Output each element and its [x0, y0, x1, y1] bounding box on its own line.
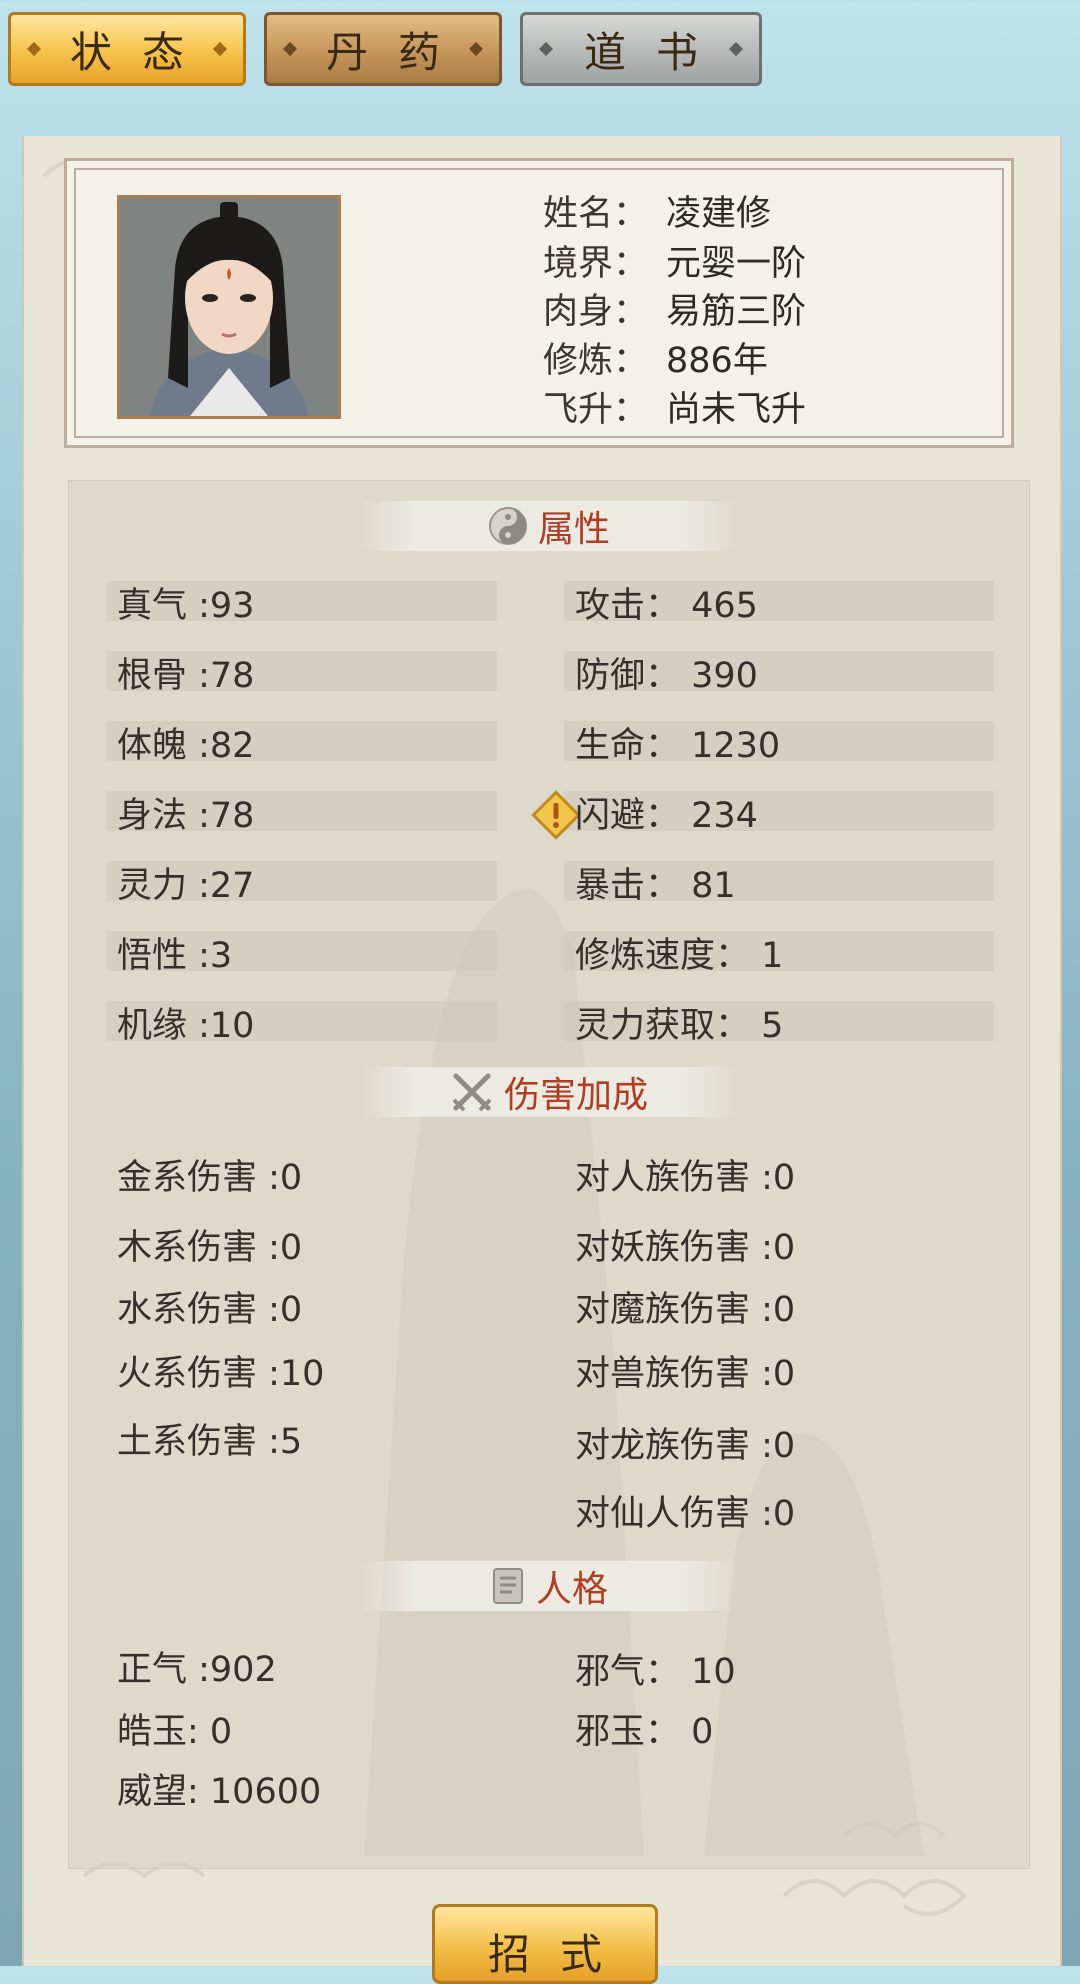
stat-life: 生命： 1230: [575, 726, 781, 766]
tab-ornament: [26, 41, 42, 57]
crossed-swords-icon: [450, 1070, 494, 1114]
stat-devil-damage: 对魔族伤害 :0: [575, 1290, 796, 1330]
section-damage: 伤害加成: [359, 1067, 739, 1117]
tab-pills[interactable]: 丹药: [264, 12, 502, 86]
profile-ascension: 飞升： 尚未飞升: [543, 390, 807, 430]
stat-crit: 暴击： 81: [575, 866, 736, 906]
tab-status-label: 状态: [69, 27, 214, 77]
tab-ornament: [468, 41, 484, 57]
stat-immortal-damage: 对仙人伤害 :0: [575, 1494, 796, 1534]
tab-bar: 状态 丹药 道书: [0, 0, 1080, 110]
profile-realm: 境界： 元婴一阶: [543, 244, 807, 284]
stat-spirit-gain: 灵力获取： 5: [575, 1006, 784, 1046]
scroll-icon: [490, 1566, 526, 1606]
stat-human-damage: 对人族伤害 :0: [575, 1158, 796, 1198]
profile-cultivation: 修炼： 886年: [543, 341, 768, 381]
section-damage-title: 伤害加成: [503, 1075, 648, 1116]
stat-jiyuan: 机缘 :10: [117, 1006, 255, 1046]
section-personality-title: 人格: [535, 1569, 608, 1610]
yin-yang-icon: [488, 506, 528, 546]
stat-demon-damage: 对妖族伤害 :0: [575, 1228, 796, 1268]
profile-body: 肉身： 易筋三阶: [543, 292, 807, 332]
stat-defense: 防御： 390: [575, 656, 758, 696]
tab-books[interactable]: 道书: [520, 12, 762, 86]
tab-pills-label: 丹药: [325, 27, 470, 77]
tab-books-label: 道书: [583, 27, 728, 77]
stat-earth-damage: 土系伤害 :5: [117, 1422, 303, 1462]
stat-dragon-damage: 对龙族伤害 :0: [575, 1426, 796, 1466]
section-personality: 人格: [359, 1561, 739, 1611]
tab-ornament: [538, 41, 554, 57]
stat-haoyu: 皓玉: 0: [117, 1712, 233, 1752]
stat-fire-damage: 火系伤害 :10: [117, 1354, 325, 1394]
tab-ornament: [212, 41, 228, 57]
tab-ornament: [728, 41, 744, 57]
skills-button-label: 招式: [487, 1930, 632, 1979]
profile-card: 姓名： 凌建修 境界： 元婴一阶 肉身： 易筋三阶 修炼： 886年 飞升： 尚未飞升: [64, 158, 1014, 448]
stat-metal-damage: 金系伤害 :0: [117, 1158, 303, 1198]
stat-evil: 邪气： 10: [575, 1652, 736, 1692]
stat-prestige: 威望: 10600: [117, 1772, 322, 1812]
stat-xieyu: 邪玉： 0: [575, 1712, 714, 1752]
stat-righteous: 正气 :902: [117, 1650, 277, 1690]
stat-water-damage: 水系伤害 :0: [117, 1290, 303, 1330]
section-attributes: 属性: [359, 501, 739, 551]
status-panel: 姓名： 凌建修 境界： 元婴一阶 肉身： 易筋三阶 修炼： 886年 飞升： 尚未飞升: [22, 136, 1062, 1966]
stat-dodge: 闪避： 234: [575, 796, 758, 836]
stat-zhenqi: 真气 :93: [117, 586, 255, 626]
skills-button[interactable]: 招式: [432, 1904, 658, 1984]
stat-shenfa: 身法 :78: [117, 796, 255, 836]
character-portrait: [117, 195, 341, 419]
warning-icon[interactable]: [531, 790, 581, 844]
tab-ornament: [282, 41, 298, 57]
stat-beast-damage: 对兽族伤害 :0: [575, 1354, 796, 1394]
stat-lingli: 灵力 :27: [117, 866, 255, 906]
stat-wood-damage: 木系伤害 :0: [117, 1228, 303, 1268]
section-attributes-title: 属性: [537, 509, 610, 550]
stat-cultivation-speed: 修炼速度： 1: [575, 936, 784, 976]
stat-wuxing: 悟性 :3: [117, 936, 233, 976]
stat-gengu: 根骨 :78: [117, 656, 255, 696]
stat-tipo: 体魄 :82: [117, 726, 255, 766]
profile-name: 姓名： 凌建修: [543, 194, 772, 234]
tab-status[interactable]: 状态: [8, 12, 246, 86]
stat-attack: 攻击： 465: [575, 586, 758, 626]
stats-area: 属性 真气 :93 根骨 :78 体魄 :82 身法 :78 灵力 :27 悟性…: [68, 480, 1030, 1869]
